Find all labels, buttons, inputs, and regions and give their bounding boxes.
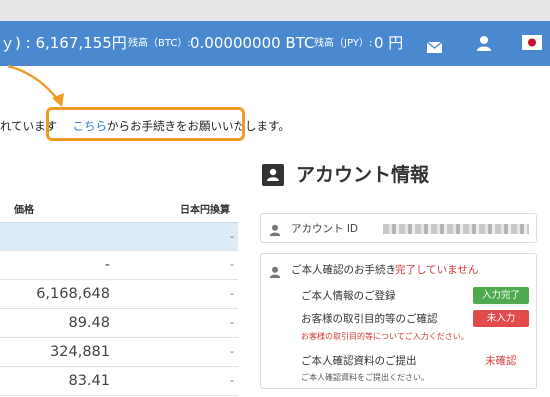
- verification-item-label: ご本人情報のご登録: [301, 290, 396, 302]
- table-row[interactable]: - -: [0, 251, 238, 280]
- verification-item-note: お客様の取引目的等についてご入力ください。: [301, 332, 469, 341]
- mail-icon[interactable]: [426, 38, 443, 57]
- column-header-price: 価格: [14, 205, 34, 216]
- status-badge-incomplete[interactable]: 未入力: [473, 310, 529, 327]
- row-jpy: -: [230, 258, 234, 271]
- user-icon[interactable]: [476, 35, 492, 55]
- row-jpy: -: [230, 316, 234, 329]
- table-row[interactable]: 324,881 -: [0, 338, 238, 367]
- table-header: 価格 日本円換算: [0, 200, 238, 222]
- verification-status: 完了していません: [395, 264, 479, 276]
- jpy-balance-value: 0 円: [374, 34, 404, 52]
- jpy-balance-label: 残高（JPY）:: [314, 38, 373, 49]
- table-row[interactable]: 6,168,648 -: [0, 280, 238, 309]
- row-price: 324,881: [50, 344, 110, 360]
- row-jpy: -: [230, 230, 234, 243]
- row-price: 6,168,648: [36, 286, 110, 302]
- account-title: アカウント情報: [296, 164, 430, 186]
- table-row[interactable]: 89.48 -: [0, 309, 238, 338]
- btc-balance-label: 残高（BTC）:: [128, 38, 191, 49]
- japan-flag-icon[interactable]: [522, 35, 542, 54]
- row-price: -: [104, 257, 110, 273]
- column-header-jpy: 日本円換算: [180, 205, 230, 216]
- row-price: 89.48: [68, 315, 110, 331]
- row-jpy: -: [230, 287, 234, 300]
- table-row[interactable]: 83.41 -: [0, 367, 238, 396]
- row-jpy: -: [230, 345, 234, 358]
- row-jpy: -: [230, 374, 234, 387]
- verification-item-label: ご本人確認資料のご提出: [301, 355, 417, 367]
- verification-item-note: ご本人確認資料をご提出ください。: [301, 373, 429, 382]
- account-book-icon: [262, 164, 284, 190]
- account-id-label: アカウント ID: [291, 223, 359, 235]
- account-id-panel: アカウント ID: [260, 213, 537, 243]
- header-bar: ｙ) : 6,167,155円 残高（BTC）: 0.00000000 BTC …: [0, 21, 550, 66]
- btc-balance-value: 0.00000000 BTC: [190, 34, 315, 52]
- verification-panel: ご本人確認のお手続き 完了していません ご本人情報のご登録 入力完了 お客様の取…: [260, 253, 537, 389]
- callout-arrow: [7, 64, 64, 107]
- verification-label: ご本人確認のお手続き: [291, 264, 396, 276]
- verification-item-label: お客様の取引目的等のご確認: [301, 313, 438, 325]
- row-price: 83.41: [68, 373, 110, 389]
- notice-highlight: [46, 107, 245, 141]
- user-icon: [269, 221, 281, 240]
- user-icon: [269, 263, 281, 282]
- status-badge-complete[interactable]: 入力完了: [473, 287, 529, 304]
- verification-item-status: 未確認: [485, 355, 517, 367]
- table-row[interactable]: -: [0, 222, 238, 251]
- account-id-redacted: [383, 224, 529, 234]
- top-strip: [0, 0, 550, 21]
- asset-table: 価格 日本円換算 - - - 6,168,648 - 89.48 - 324,8…: [0, 200, 238, 396]
